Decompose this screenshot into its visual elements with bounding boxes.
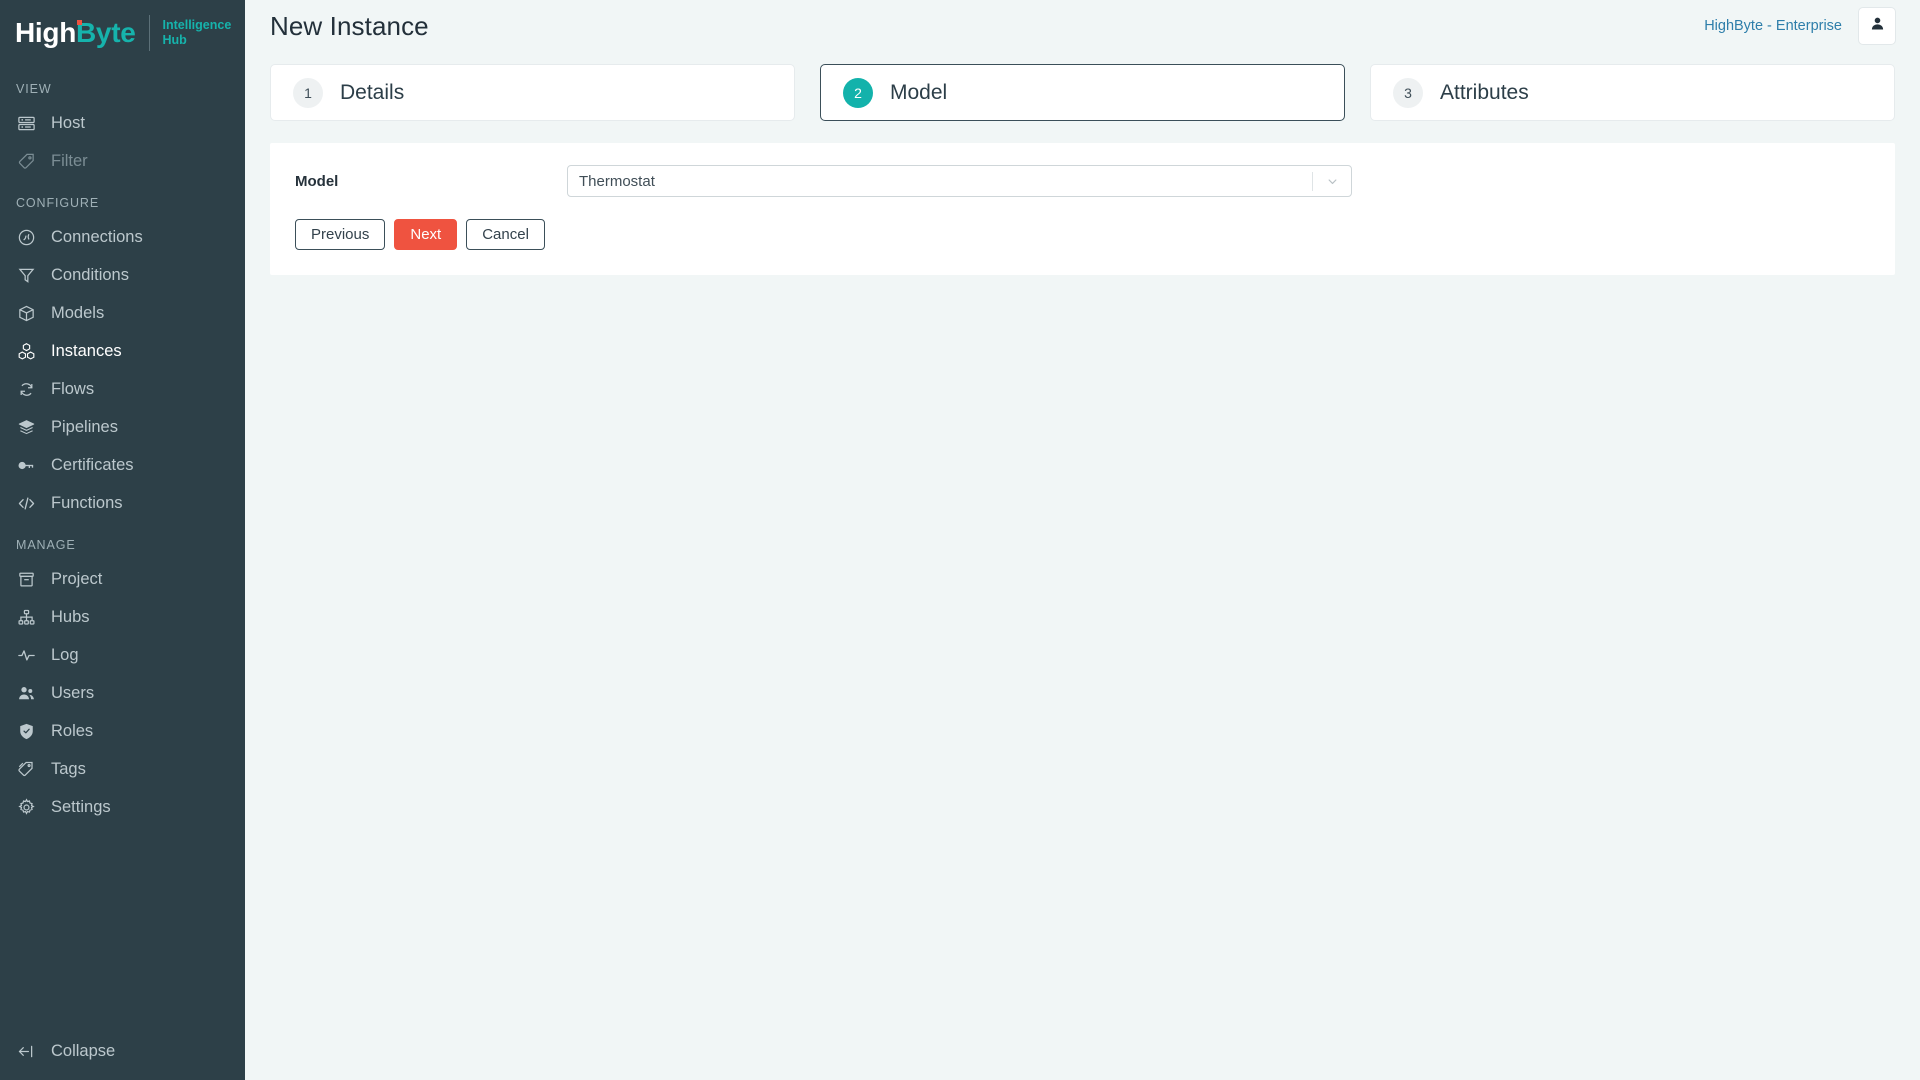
sidebar-item-label: Tags (51, 759, 86, 778)
model-step-panel: Model Thermostat Previous Next Cancel (270, 143, 1895, 275)
sidebar-item-log[interactable]: Log (0, 636, 245, 674)
sidebar-item-label: Project (51, 569, 103, 588)
sidebar-item-project[interactable]: Project (0, 560, 245, 598)
step-details[interactable]: 1 Details (270, 64, 795, 121)
shield-check-icon (16, 721, 37, 742)
logo-divider (148, 15, 150, 51)
sidebar-item-conditions[interactable]: Conditions (0, 256, 245, 294)
nav-section-manage: MANAGE (16, 538, 76, 552)
sidebar-item-hubs[interactable]: Hubs (0, 598, 245, 636)
sidebar-item-flows[interactable]: Flows (0, 370, 245, 408)
sidebar-item-label: Roles (51, 721, 94, 740)
sidebar-item-label: Conditions (51, 265, 129, 284)
chevron-down-icon[interactable] (1313, 174, 1351, 189)
sidebar-item-label: Host (51, 113, 85, 132)
sidebar-item-label: Flows (51, 379, 95, 398)
sidebar-item-label: Certificates (51, 455, 134, 474)
logo-wordmark: HighByte (15, 17, 136, 49)
top-bar-right: HighByte - Enterprise (1704, 7, 1896, 45)
layers-icon (16, 417, 37, 438)
sidebar-item-label: Connections (51, 227, 143, 246)
sitemap-icon (16, 607, 37, 628)
page-title: New Instance (270, 10, 429, 41)
sidebar-item-instances[interactable]: Instances (0, 332, 245, 370)
plug-circle-icon (16, 227, 37, 248)
logo-dot-icon (77, 20, 82, 25)
tenant-label[interactable]: HighByte - Enterprise (1704, 18, 1842, 34)
step-label: Model (890, 80, 948, 104)
logo-subtitle-line2: Hub (162, 33, 187, 47)
server-icon (16, 113, 37, 134)
wizard-steps: 1 Details 2 Model 3 Attributes (245, 52, 1920, 121)
sidebar-item-label: Hubs (51, 607, 90, 626)
sidebar-item-host[interactable]: Host (0, 104, 245, 142)
sidebar-item-label: Settings (51, 797, 111, 816)
logo-byte-text: Byte (76, 17, 136, 48)
logo-subtitle-line1: Intelligence (162, 18, 232, 32)
user-icon (1869, 15, 1886, 37)
cancel-button[interactable]: Cancel (466, 219, 545, 250)
funnel-icon (16, 265, 37, 286)
sidebar-item-tags[interactable]: Tags (0, 750, 245, 788)
sidebar-item-label: Instances (51, 341, 122, 360)
sidebar-item-label: Functions (51, 493, 123, 512)
account-menu-button[interactable] (1858, 7, 1896, 45)
step-attributes[interactable]: 3 Attributes (1370, 64, 1895, 121)
nav-section-view: VIEW (16, 82, 52, 96)
code-icon (16, 493, 37, 514)
collapse-sidebar-button[interactable]: Collapse (0, 1022, 245, 1080)
users-icon (16, 683, 37, 704)
collapse-left-icon (16, 1041, 37, 1062)
sidebar-item-connections[interactable]: Connections (0, 218, 245, 256)
sidebar-item-settings[interactable]: Settings (0, 788, 245, 826)
logo-subtitle: Intelligence Hub (163, 18, 232, 48)
gear-icon (16, 797, 37, 818)
tag-icon (16, 151, 37, 172)
logo-high-text: High (15, 17, 77, 48)
model-form-row: Model Thermostat (295, 165, 1870, 197)
sidebar-item-pipelines[interactable]: Pipelines (0, 408, 245, 446)
step-label: Attributes (1440, 80, 1529, 104)
sidebar-item-label: Models (51, 303, 105, 322)
collapse-label: Collapse (51, 1041, 116, 1060)
refresh-icon (16, 379, 37, 400)
step-number: 1 (293, 77, 323, 108)
key-icon (16, 455, 37, 476)
sidebar-item-roles[interactable]: Roles (0, 712, 245, 750)
model-select[interactable]: Thermostat (567, 165, 1352, 197)
step-model[interactable]: 2 Model (820, 64, 1345, 121)
model-field-label: Model (295, 172, 339, 190)
sidebar-item-filter[interactable]: Filter (0, 142, 245, 180)
sidebar-item-label: Filter (51, 151, 88, 170)
app-logo[interactable]: HighByte Intelligence Hub (0, 0, 245, 66)
sidebar-item-label: Users (51, 683, 95, 702)
wizard-button-row: Previous Next Cancel (295, 219, 1870, 250)
archive-icon (16, 569, 37, 590)
step-number: 2 (843, 77, 873, 108)
sidebar-item-models[interactable]: Models (0, 294, 245, 332)
tags-icon (16, 759, 37, 780)
step-number: 3 (1393, 77, 1423, 108)
sidebar-item-label: Log (51, 645, 79, 664)
step-label: Details (340, 80, 405, 104)
sidebar-item-label: Pipelines (51, 417, 118, 436)
box-icon (16, 303, 37, 324)
next-button[interactable]: Next (394, 219, 458, 250)
previous-button[interactable]: Previous (295, 219, 386, 250)
model-select-value[interactable]: Thermostat (568, 173, 1312, 190)
cubes-icon (16, 341, 37, 362)
sidebar: HighByte Intelligence Hub VIEW Host Filt (0, 0, 245, 1080)
pulse-icon (16, 645, 37, 666)
main-content: New Instance HighByte - Enterprise 1 Det… (245, 0, 1920, 1080)
sidebar-item-users[interactable]: Users (0, 674, 245, 712)
sidebar-item-functions[interactable]: Functions (0, 484, 245, 522)
sidebar-item-certificates[interactable]: Certificates (0, 446, 245, 484)
top-bar: New Instance HighByte - Enterprise (245, 0, 1920, 52)
nav-section-configure: CONFIGURE (16, 196, 100, 210)
